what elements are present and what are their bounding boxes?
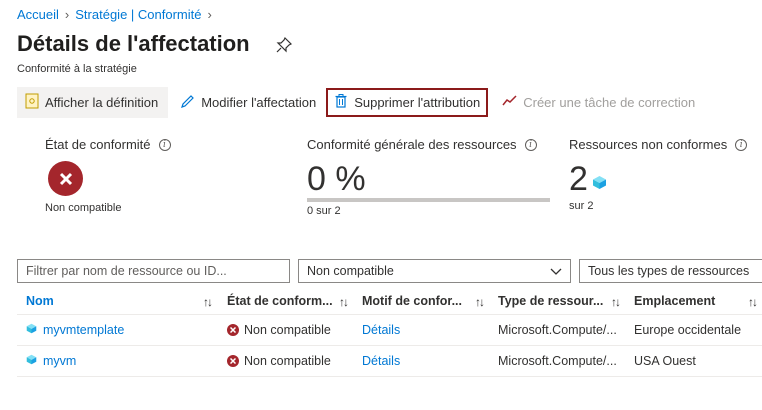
overall-compliance-label: Conformité générale des ressources i [307,137,537,152]
location-text: Europe occidentale [634,323,742,337]
sort-icon[interactable]: ↑↓ [748,295,758,309]
column-header-name[interactable]: Nom ↑↓ [17,287,217,314]
column-header-compliance-state[interactable]: État de conform... ↑↓ [217,287,353,314]
details-link[interactable]: Détails [362,323,400,337]
table-header: Nom ↑↓ État de conform... ↑↓ Motif de co… [17,287,762,315]
page-subtitle: Conformité à la stratégie [17,63,137,75]
sort-icon[interactable]: ↑↓ [611,295,621,309]
edit-assignment-button[interactable]: Modifier l'affectation [174,87,322,118]
chevron-right-icon: › [64,7,70,22]
breadcrumb-policy-compliance[interactable]: Stratégie | Conformité [75,7,201,22]
noncompliant-resources-detail: sur 2 [569,200,594,212]
overall-compliance-value: 0 % [307,160,366,198]
sort-icon[interactable]: ↑↓ [339,295,349,309]
error-icon [227,324,239,336]
compliance-state-dropdown-value: Non compatible [307,264,394,278]
resource-name-link[interactable]: myvm [43,354,76,368]
resource-type-dropdown[interactable]: Tous les types de ressources [579,259,762,283]
error-icon [48,161,83,196]
compliance-state-text: Non compatible [244,354,331,368]
resource-type-dropdown-value: Tous les types de ressources [588,264,750,278]
column-header-label: Emplacement [634,293,716,308]
noncompliant-resources-title: Ressources non conformes [569,137,728,152]
view-definition-label: Afficher la définition [45,95,159,110]
pencil-icon [180,94,195,112]
column-header-resource-type[interactable]: Type de ressour... ↑↓ [489,287,625,314]
resource-search-input[interactable]: Filtrer par nom de ressource ou ID... [17,259,290,283]
page-title: Détails de l'affectation [17,31,250,56]
document-icon [25,93,39,112]
overall-compliance-title: Conformité générale des ressources [307,137,517,152]
resource-type-text: Microsoft.Compute/... [498,323,617,337]
breadcrumb-home[interactable]: Accueil [17,7,59,22]
breadcrumb: Accueil › Stratégie | Conformité › [17,7,212,22]
delete-assignment-button[interactable]: Supprimer l'attribution [326,88,489,117]
sort-icon[interactable]: ↑↓ [203,295,213,309]
column-header-label: Motif de confor... [362,293,462,308]
column-header-location[interactable]: Emplacement ↑↓ [625,287,762,314]
compliance-state-value: Non compatible [45,202,122,214]
table-row[interactable]: myvm Non compatible Détails Microsoft.Co… [17,346,762,377]
noncompliant-resources-value: 2 [569,160,588,198]
column-header-label: Nom [26,293,54,308]
chevron-down-icon [550,265,562,280]
create-remediation-label: Créer une tâche de correction [523,95,696,110]
resource-type-text: Microsoft.Compute/... [498,354,617,368]
pin-icon[interactable] [275,36,293,54]
cube-icon [592,175,607,193]
resources-table: Nom ↑↓ État de conform... ↑↓ Motif de co… [17,287,762,377]
details-link[interactable]: Détails [362,354,400,368]
noncompliant-resources-label: Ressources non conformes i [569,137,748,152]
compliance-progress-bar [307,198,550,202]
trend-icon [502,95,517,110]
chevron-right-icon: › [207,7,212,22]
column-header-label: État de conform... [227,293,333,308]
compliance-state-label: État de conformité i [45,137,171,152]
cube-icon [26,323,37,337]
cube-icon [26,354,37,368]
compliance-state-dropdown[interactable]: Non compatible [298,259,571,283]
column-header-label: Type de ressour... [498,293,604,308]
toolbar: Afficher la définition Modifier l'affect… [17,87,762,118]
view-definition-button[interactable]: Afficher la définition [17,87,169,118]
compliance-state-text: Non compatible [244,323,331,337]
column-header-compliance-reason[interactable]: Motif de confor... ↑↓ [353,287,489,314]
location-text: USA Ouest [634,354,696,368]
info-icon[interactable]: i [158,138,171,151]
compliance-state-title: État de conformité [45,137,151,152]
resource-name-link[interactable]: myvmtemplate [43,323,124,337]
info-icon[interactable]: i [524,138,537,151]
delete-assignment-label: Supprimer l'attribution [354,95,481,110]
edit-assignment-label: Modifier l'affectation [201,95,317,110]
sort-icon[interactable]: ↑↓ [475,295,485,309]
overall-compliance-detail: 0 sur 2 [307,205,341,217]
trash-icon [334,93,348,112]
info-icon[interactable]: i [735,138,748,151]
create-remediation-button[interactable]: Créer une tâche de correction [496,87,701,118]
table-row[interactable]: myvmtemplate Non compatible Détails Micr… [17,315,762,346]
error-icon [227,355,239,367]
